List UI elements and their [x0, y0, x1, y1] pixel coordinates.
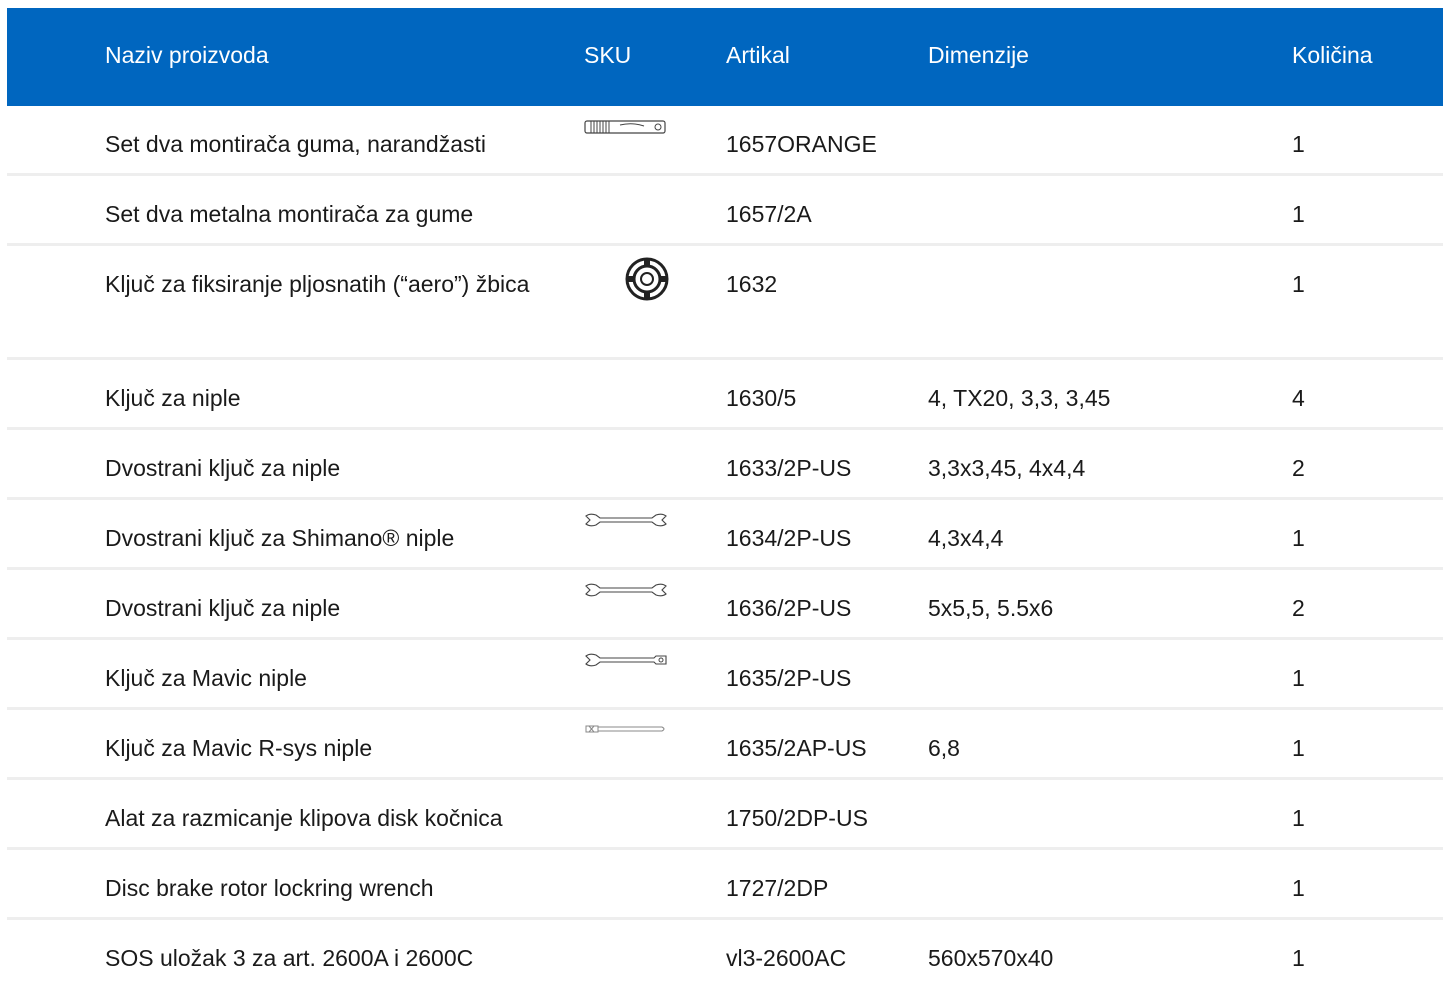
header-dimensions: Dimenzije — [928, 42, 1029, 68]
article-number: vl3-2600AC — [726, 945, 847, 971]
table-row: SOS uložak 3 za art. 2600A i 2600C vl3-2… — [7, 920, 1443, 990]
article-number: 1630/5 — [726, 385, 797, 411]
product-name: Set dva metalna montirača za gume — [105, 201, 474, 227]
header-name: Naziv proizvoda — [105, 42, 269, 68]
quantity: 1 — [1292, 201, 1305, 227]
table-row: Ključ za fiksiranje pljosnatih (“aero”) … — [7, 246, 1443, 360]
product-name: Set dva montirača guma, narandžasti — [105, 131, 486, 157]
product-name: Dvostrani ključ za Shimano® niple — [105, 525, 455, 551]
mavic-spoke-wrench-icon — [584, 652, 668, 668]
article-number: 1657ORANGE — [726, 131, 877, 157]
header-article: Artikal — [726, 42, 790, 68]
article-number: 1657/2A — [726, 201, 812, 227]
aero-spoke-holder-icon — [624, 256, 670, 302]
table-row: Dvostrani ključ za Shimano® niple 1634/2… — [7, 500, 1443, 570]
quantity: 1 — [1292, 665, 1305, 691]
article-number: 1635/2AP-US — [726, 735, 867, 761]
table-row: Ključ za Mavic niple 1635/2P-US 1 — [7, 640, 1443, 710]
article-number: 1727/2DP — [726, 875, 829, 901]
double-spoke-wrench-icon — [584, 512, 668, 528]
double-spoke-wrench-icon — [584, 582, 668, 598]
product-name: Alat za razmicanje klipova disk kočnica — [105, 805, 503, 831]
table-row: Disc brake rotor lockring wrench 1727/2D… — [7, 850, 1443, 920]
quantity: 1 — [1292, 945, 1305, 971]
product-name: Ključ za Mavic R-sys niple — [105, 735, 373, 761]
tire-lever-icon — [584, 118, 668, 140]
header-sku: SKU — [584, 42, 632, 68]
dimensions: 6,8 — [928, 735, 960, 761]
header-quantity: Količina — [1292, 42, 1373, 68]
quantity: 2 — [1292, 455, 1305, 481]
article-number: 1635/2P-US — [726, 665, 852, 691]
product-name: SOS uložak 3 za art. 2600A i 2600C — [105, 945, 474, 971]
product-name: Ključ za niple — [105, 385, 241, 411]
quantity: 1 — [1292, 525, 1305, 551]
article-number: 1634/2P-US — [726, 525, 852, 551]
quantity: 4 — [1292, 385, 1305, 411]
table-row: Ključ za Mavic R-sys niple 1635/2AP-US 6… — [7, 710, 1443, 780]
dimensions: 3,3x3,45, 4x4,4 — [928, 455, 1086, 481]
dimensions: 5x5,5, 5.5x6 — [928, 595, 1054, 621]
quantity: 1 — [1292, 271, 1305, 297]
tools-table: Naziv proizvoda SKU Artikal Dimenzije Ko… — [7, 8, 1443, 990]
table-row: Alat za razmicanje klipova disk kočnica … — [7, 780, 1443, 850]
product-name: Dvostrani ključ za niple — [105, 455, 341, 481]
quantity: 1 — [1292, 875, 1305, 901]
dimensions: 4,3x4,4 — [928, 525, 1004, 551]
table-row: Set dva montirača guma, narandžasti 1657… — [7, 106, 1443, 176]
table-header: Naziv proizvoda SKU Artikal Dimenzije Ko… — [7, 8, 1443, 106]
quantity: 1 — [1292, 131, 1305, 157]
article-number: 1632 — [726, 271, 778, 297]
article-number: 1633/2P-US — [726, 455, 852, 481]
dimensions: 4, TX20, 3,3, 3,45 — [928, 385, 1111, 411]
product-name: Ključ za Mavic niple — [105, 665, 307, 691]
article-number: 1750/2DP-US — [726, 805, 868, 831]
quantity: 2 — [1292, 595, 1305, 621]
product-name: Disc brake rotor lockring wrench — [105, 875, 434, 901]
quantity: 1 — [1292, 805, 1305, 831]
rsys-spoke-wrench-icon — [584, 722, 668, 736]
quantity: 1 — [1292, 735, 1305, 761]
table-row: Ključ za niple 1630/5 4, TX20, 3,3, 3,45… — [7, 360, 1443, 430]
table-row: Dvostrani ključ za niple 1633/2P-US 3,3x… — [7, 430, 1443, 500]
product-name: Dvostrani ključ za niple — [105, 595, 341, 621]
article-number: 1636/2P-US — [726, 595, 852, 621]
table-row: Set dva metalna montirača za gume 1657/2… — [7, 176, 1443, 246]
dimensions: 560x570x40 — [928, 945, 1054, 971]
product-name: Ključ za fiksiranje pljosnatih (“aero”) … — [105, 271, 530, 297]
table-row: Dvostrani ključ za niple 1636/2P-US 5x5,… — [7, 570, 1443, 640]
